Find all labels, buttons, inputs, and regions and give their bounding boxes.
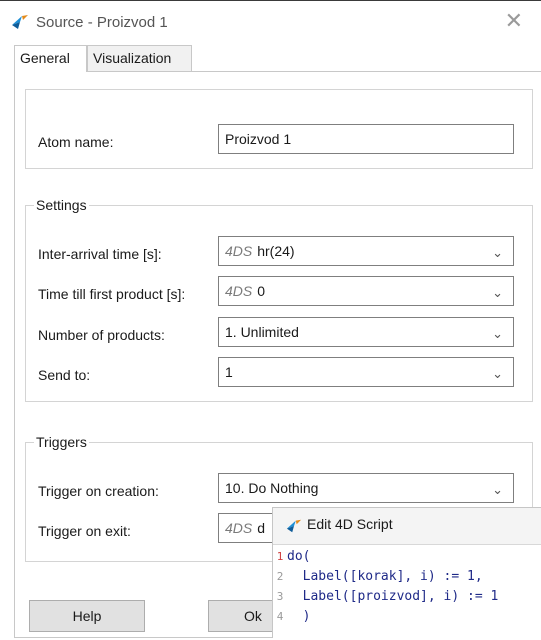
atom-name-group: Atom name: Proizvod 1 <box>25 89 533 169</box>
code-line: 4 ) <box>273 607 311 627</box>
first-product-label: Time till first product [s]: <box>38 286 186 302</box>
code-text: Label([proizvod], i) := 1 <box>287 589 499 604</box>
help-button[interactable]: Help <box>29 600 145 632</box>
trigger-exit-label: Trigger on exit: <box>38 523 131 539</box>
send-to-dropdown[interactable]: 1 ⌄ <box>218 357 514 387</box>
trigger-exit-value: d <box>257 520 266 536</box>
chevron-down-icon: ⌄ <box>492 245 503 260</box>
inter-arrival-prefix: 4DS <box>225 243 253 259</box>
first-product-value: 0 <box>257 283 266 299</box>
code-text: Label([korak], i) := 1, <box>287 569 483 584</box>
atom-name-label: Atom name: <box>38 134 114 150</box>
inter-arrival-dropdown[interactable]: 4DS hr(24) ⌄ <box>218 236 514 266</box>
send-to-label: Send to: <box>38 367 91 383</box>
code-line: 3 Label([proizvod], i) := 1 <box>273 587 499 607</box>
first-product-dropdown[interactable]: 4DS 0 ⌄ <box>218 276 514 306</box>
atom-name-input[interactable]: Proizvod 1 <box>218 124 514 154</box>
inter-arrival-label: Inter-arrival time [s]: <box>38 246 162 262</box>
close-icon[interactable]: ✕ <box>505 8 523 34</box>
line-number: 1 <box>276 550 284 563</box>
first-product-prefix: 4DS <box>225 283 253 299</box>
trigger-exit-prefix: 4DS <box>225 520 253 536</box>
settings-title: Settings <box>34 197 89 213</box>
script-window-title: Edit 4D Script <box>307 516 393 532</box>
edit-script-window: Edit 4D Script 1 do( 2 Label([korak], i) … <box>272 507 541 640</box>
source-atom-icon <box>12 15 28 29</box>
num-products-dropdown[interactable]: 1. Unlimited ⌄ <box>218 317 514 347</box>
trigger-creation-label: Trigger on creation: <box>38 483 159 499</box>
tab-visualization[interactable]: Visualization <box>87 45 192 71</box>
source-dialog: Source - Proizvod 1 ✕ General Visualizat… <box>0 0 541 640</box>
inter-arrival-value: hr(24) <box>257 243 295 259</box>
code-text: do( <box>287 549 311 564</box>
code-line: 2 Label([korak], i) := 1, <box>273 567 483 587</box>
titlebar: Source - Proizvod 1 ✕ <box>0 1 541 41</box>
code-line: 1 do( <box>273 547 311 567</box>
num-products-value: 1. Unlimited <box>225 324 299 340</box>
trigger-creation-dropdown[interactable]: 10. Do Nothing ⌄ <box>218 473 514 503</box>
line-number: 4 <box>276 610 284 623</box>
settings-group: Settings Inter-arrival time [s]: 4DS hr(2… <box>25 197 533 402</box>
chevron-down-icon: ⌄ <box>492 326 503 341</box>
num-products-label: Number of products: <box>38 327 165 343</box>
triggers-title: Triggers <box>34 434 89 450</box>
source-atom-icon <box>286 519 302 533</box>
chevron-down-icon: ⌄ <box>492 366 503 381</box>
atom-name-value: Proizvod 1 <box>225 131 292 147</box>
script-editor[interactable]: 1 do( 2 Label([korak], i) := 1, 3 Label([… <box>273 544 541 640</box>
trigger-creation-value: 10. Do Nothing <box>225 480 319 496</box>
code-text: ) <box>287 609 311 624</box>
window-title: Source - Proizvod 1 <box>36 14 168 31</box>
line-number: 3 <box>276 590 284 603</box>
chevron-down-icon: ⌄ <box>492 285 503 300</box>
tab-general[interactable]: General <box>14 45 87 72</box>
chevron-down-icon: ⌄ <box>492 482 503 497</box>
send-to-value: 1 <box>225 364 233 380</box>
line-number: 2 <box>276 570 284 583</box>
